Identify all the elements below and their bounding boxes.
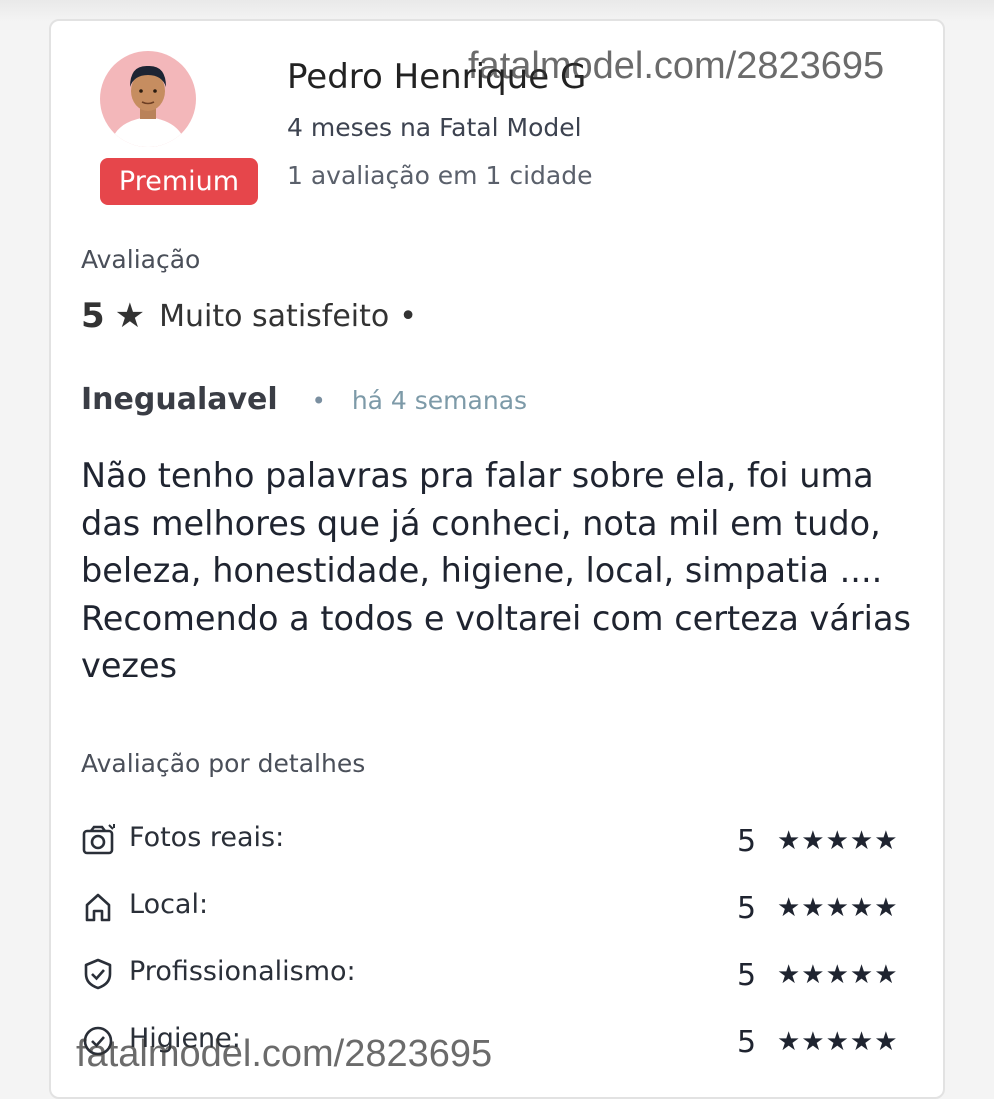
detail-row-fotos-reais: Fotos reais: 5 ★★★★★	[81, 820, 917, 860]
detail-score: 5	[737, 1025, 757, 1060]
rating-score: 5	[81, 296, 105, 336]
detail-stars: ★★★★★	[777, 960, 899, 990]
review-header: Inegualavel • há 4 semanas	[81, 382, 527, 417]
detail-stars: ★★★★★	[777, 893, 899, 923]
shield-check-icon	[81, 957, 117, 991]
avatar[interactable]	[100, 51, 196, 147]
premium-badge: Premium	[100, 158, 258, 205]
detail-stars: ★★★★★	[777, 1027, 899, 1057]
reviewer-tenure: 4 meses na Fatal Model	[287, 113, 582, 142]
reviewer-review-count: 1 avaliação em 1 cidade	[287, 161, 593, 190]
detail-score: 5	[737, 958, 757, 993]
detail-label: Higiene:	[129, 1023, 241, 1054]
detail-label: Fotos reais:	[129, 822, 285, 853]
reviewer-name[interactable]: Pedro Henrique G	[287, 57, 586, 97]
detail-row-local: Local: 5 ★★★★★	[81, 887, 917, 927]
review-body: Não tenho palavras pra falar sobre ela, …	[81, 456, 911, 685]
detail-label: Profissionalismo:	[129, 956, 356, 987]
rating-summary: 5 ★ Muito satisfeito •	[81, 296, 417, 336]
rating-text: Muito satisfeito	[159, 298, 390, 334]
detail-label: Local:	[129, 889, 209, 920]
review-date: há 4 semanas	[351, 386, 528, 415]
separator-dot: •	[311, 387, 326, 415]
home-icon	[81, 890, 117, 924]
detail-score: 5	[737, 824, 757, 859]
star-icon: ★	[114, 296, 146, 336]
review-title: Inegualavel	[81, 382, 278, 417]
detail-score: 5	[737, 891, 757, 926]
check-circle-icon	[81, 1024, 117, 1058]
detail-row-profissionalismo: Profissionalismo: 5 ★★★★★	[81, 954, 917, 994]
details-label: Avaliação por detalhes	[81, 749, 366, 778]
review-card: Premium Pedro Henrique G 4 meses na Fata…	[49, 19, 945, 1099]
rating-dot: •	[399, 298, 417, 334]
detail-stars: ★★★★★	[777, 826, 899, 856]
camera-icon	[81, 823, 117, 857]
rating-label: Avaliação	[81, 245, 201, 274]
detail-row-higiene: Higiene: 5 ★★★★★	[81, 1021, 917, 1061]
